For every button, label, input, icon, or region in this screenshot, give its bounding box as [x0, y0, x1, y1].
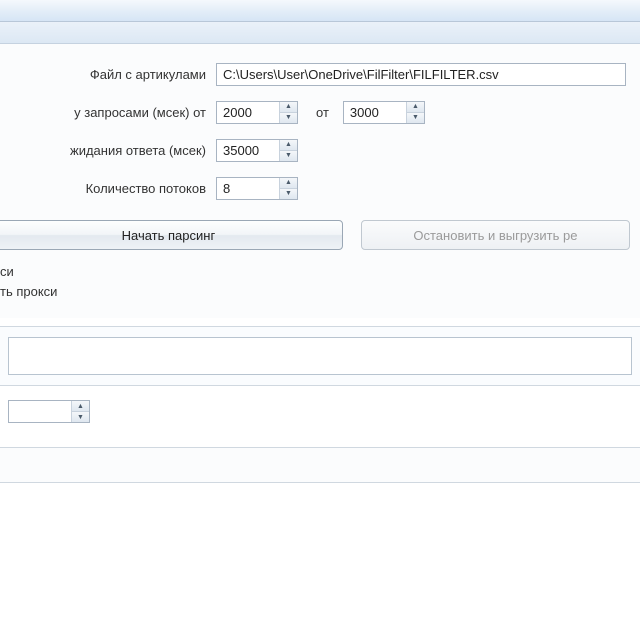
row-delay: у запросами (мсек) от ▲ ▼ от ▲ ▼ [0, 100, 630, 124]
spin-up-icon[interactable]: ▲ [280, 140, 297, 151]
label-check-proxy: ть прокси [0, 282, 630, 302]
delay-from-input[interactable] [217, 102, 279, 123]
app-window: Файл с артикулами у запросами (мсек) от … [0, 0, 640, 640]
proxy-area: си ть прокси [0, 260, 630, 308]
file-path-input[interactable] [216, 63, 626, 86]
label-timeout: жидания ответа (мсек) [0, 143, 216, 158]
extra-stepper[interactable]: ▲ ▼ [8, 400, 90, 423]
delay-to-spinner: ▲ ▼ [406, 102, 424, 123]
timeout-spinner: ▲ ▼ [279, 140, 297, 161]
delay-to-input[interactable] [344, 102, 406, 123]
spin-down-icon[interactable]: ▼ [280, 189, 297, 199]
toolbar-strip [0, 22, 640, 44]
panel-numeric: ▲ ▼ [0, 386, 640, 437]
label-threads: Количество потоков [0, 181, 216, 196]
stop-export-button: Остановить и выгрузить ре [361, 220, 630, 250]
delay-from-stepper[interactable]: ▲ ▼ [216, 101, 298, 124]
button-row: Начать парсинг Остановить и выгрузить ре [0, 214, 630, 260]
spin-up-icon[interactable]: ▲ [407, 102, 424, 113]
spin-down-icon[interactable]: ▼ [407, 113, 424, 123]
threads-input[interactable] [217, 178, 279, 199]
start-parsing-button[interactable]: Начать парсинг [0, 220, 343, 250]
label-proxy: си [0, 262, 630, 282]
delay-to-stepper[interactable]: ▲ ▼ [343, 101, 425, 124]
textbox-1[interactable] [8, 337, 632, 375]
row-file: Файл с артикулами [0, 62, 630, 86]
label-to: от [316, 105, 329, 120]
row-threads: Количество потоков ▲ ▼ [0, 176, 630, 200]
threads-spinner: ▲ ▼ [279, 178, 297, 199]
spin-up-icon[interactable]: ▲ [72, 401, 89, 412]
timeout-input[interactable] [217, 140, 279, 161]
spin-down-icon[interactable]: ▼ [72, 412, 89, 422]
spin-down-icon[interactable]: ▼ [280, 151, 297, 161]
threads-stepper[interactable]: ▲ ▼ [216, 177, 298, 200]
extra-spinner: ▲ ▼ [71, 401, 89, 422]
spin-up-icon[interactable]: ▲ [280, 102, 297, 113]
panel-box-1 [0, 326, 640, 386]
titlebar [0, 0, 640, 22]
timeout-stepper[interactable]: ▲ ▼ [216, 139, 298, 162]
panel-empty [0, 447, 640, 483]
delay-from-spinner: ▲ ▼ [279, 102, 297, 123]
label-delay: у запросами (мсек) от [0, 105, 216, 120]
label-file: Файл с артикулами [0, 67, 216, 82]
row-timeout: жидания ответа (мсек) ▲ ▼ [0, 138, 630, 162]
form-area: Файл с артикулами у запросами (мсек) от … [0, 44, 640, 318]
spin-up-icon[interactable]: ▲ [280, 178, 297, 189]
spin-down-icon[interactable]: ▼ [280, 113, 297, 123]
extra-input[interactable] [9, 401, 71, 422]
